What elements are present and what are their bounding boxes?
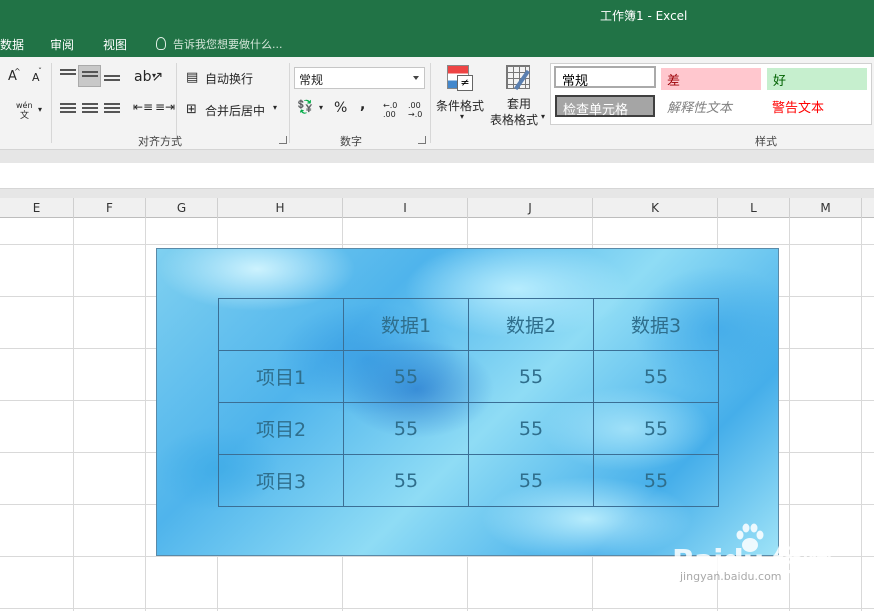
increase-decimal-icon[interactable]: ←.0.00 (383, 101, 397, 119)
merge-center-button[interactable]: 合并后居中 (205, 102, 265, 119)
column-headers: E F G H I J K L M (0, 198, 874, 218)
ribbon-formula-gap (0, 150, 874, 163)
merge-dropdown-icon[interactable]: ▾ (273, 103, 277, 112)
table-header-cell: 数据2 (468, 298, 594, 351)
table-cell (218, 298, 344, 351)
table-header-cell: 数据1 (343, 298, 469, 351)
styles-group-label: 样式 (755, 135, 777, 148)
shrink-font-caret-icon: ˇ (38, 67, 42, 76)
ribbon-tab-bar: 数据 审阅 视图 告诉我您想要做什么... (0, 30, 874, 57)
table-cell: 55 (343, 454, 469, 507)
tab-data[interactable]: 数据 (0, 36, 24, 53)
formula-grid-gap (0, 189, 874, 198)
watermark-url: jingyan.baidu.com (680, 570, 782, 583)
format-as-table-line2[interactable]: 表格格式 (490, 111, 538, 128)
comma-style-button[interactable]: , (360, 97, 365, 113)
merge-center-icon: ⊞ (186, 102, 197, 117)
window-title: 工作簿1 - Excel (600, 9, 688, 23)
decrease-decimal-icon[interactable]: .00 →.0 (408, 101, 422, 119)
format-as-table-icon (506, 65, 534, 93)
orientation-icon[interactable]: ab↗ (134, 69, 163, 85)
number-format-dropdown[interactable]: 常规 (294, 67, 425, 89)
table-cell: 55 (593, 350, 719, 403)
align-middle-icon[interactable] (82, 71, 98, 83)
table-row: 项目2 55 55 55 (218, 402, 719, 455)
number-format-arrow-icon (413, 76, 419, 80)
alignment-group-label: 对齐方式 (138, 135, 182, 148)
decrease-indent-icon[interactable]: ⇤≡ (133, 100, 153, 114)
baidu-watermark: Baidu 经验 jingyan.baidu.com (672, 523, 832, 598)
style-bad[interactable]: 差 (661, 68, 761, 90)
table-row: 项目3 55 55 55 (218, 454, 719, 507)
format-as-table-dropdown-icon[interactable]: ▾ (541, 112, 545, 121)
style-explanatory-text[interactable]: 解释性文本 (661, 95, 761, 117)
column-header-m[interactable]: M (790, 198, 862, 218)
accounting-dropdown-icon[interactable]: ▾ (319, 103, 323, 112)
align-center-icon[interactable] (82, 103, 98, 115)
excel-window: 工作簿1 - Excel 数据 审阅 视图 告诉我您想要做什么... A ^ A… (0, 0, 874, 611)
table-row: 数据1 数据2 数据3 (218, 298, 719, 351)
wrap-text-icon: ▤ (186, 70, 199, 85)
table-cell: 55 (468, 454, 594, 507)
column-header-f[interactable]: F (74, 198, 146, 218)
style-good[interactable]: 好 (767, 68, 867, 90)
style-normal[interactable]: 常规 (554, 66, 656, 89)
phonetic-char-icon: 文 (20, 111, 30, 121)
conditional-formatting-icon: ≠ (447, 65, 475, 93)
tell-me-search[interactable]: 告诉我您想要做什么... (173, 36, 283, 52)
increase-indent-icon[interactable]: ≡⇥ (155, 100, 175, 114)
align-bottom-icon[interactable] (104, 75, 120, 87)
conditional-formatting-dropdown-icon[interactable]: ▾ (460, 112, 464, 121)
column-header-l[interactable]: L (718, 198, 790, 218)
column-header-k[interactable]: K (593, 198, 718, 218)
phonetic-dropdown-icon[interactable]: ▾ (38, 105, 42, 114)
column-header-h[interactable]: H (218, 198, 343, 218)
picture-table: 数据1 数据2 数据3 项目1 55 55 55 项目2 55 55 55 项目… (218, 298, 719, 507)
style-warning-text[interactable]: 警告文本 (766, 95, 866, 117)
orientation-dropdown-icon[interactable]: ▾ (152, 71, 156, 80)
align-right-icon[interactable] (104, 103, 120, 115)
table-row: 项目1 55 55 55 (218, 350, 719, 403)
table-header-cell: 数据3 (593, 298, 719, 351)
alignment-dialog-launcher-icon[interactable] (279, 136, 287, 144)
number-group-label: 数字 (340, 135, 362, 148)
column-header-e[interactable]: E (0, 198, 74, 218)
table-cell: 55 (593, 454, 719, 507)
style-check-cell[interactable]: 检查单元格 (555, 95, 655, 118)
tab-view[interactable]: 视图 (103, 36, 127, 53)
align-left-icon[interactable] (60, 103, 76, 115)
table-cell: 55 (468, 402, 594, 455)
tab-review[interactable]: 审阅 (50, 36, 74, 53)
table-row-label: 项目3 (218, 454, 344, 507)
table-cell: 55 (593, 402, 719, 455)
table-row-label: 项目2 (218, 402, 344, 455)
percent-style-button[interactable]: % (334, 100, 347, 116)
pasted-table-picture[interactable]: 数据1 数据2 数据3 项目1 55 55 55 项目2 55 55 55 项目… (156, 248, 779, 556)
column-header-g[interactable]: G (146, 198, 218, 218)
table-cell: 55 (343, 402, 469, 455)
grow-font-caret-icon: ^ (14, 67, 21, 76)
title-bar: 工作簿1 - Excel (0, 0, 874, 30)
formula-bar[interactable] (0, 163, 874, 189)
number-format-value: 常规 (299, 73, 324, 87)
align-top-icon[interactable] (60, 69, 76, 81)
table-row-label: 项目1 (218, 350, 344, 403)
number-dialog-launcher-icon[interactable] (418, 136, 426, 144)
column-header-j[interactable]: J (468, 198, 593, 218)
accounting-format-icon[interactable]: 💱 (297, 100, 313, 115)
column-header-i[interactable]: I (343, 198, 468, 218)
wrap-text-button[interactable]: 自动换行 (205, 70, 253, 87)
lightbulb-icon (156, 37, 166, 50)
format-as-table-line1[interactable]: 套用 (507, 95, 531, 112)
table-cell: 55 (343, 350, 469, 403)
table-cell: 55 (468, 350, 594, 403)
ribbon: A ^ A ˇ wén 文 ▾ ab↗ ▾ ⇤≡ ≡⇥ ▤ 自动换行 ⊞ 合并后… (0, 57, 874, 150)
